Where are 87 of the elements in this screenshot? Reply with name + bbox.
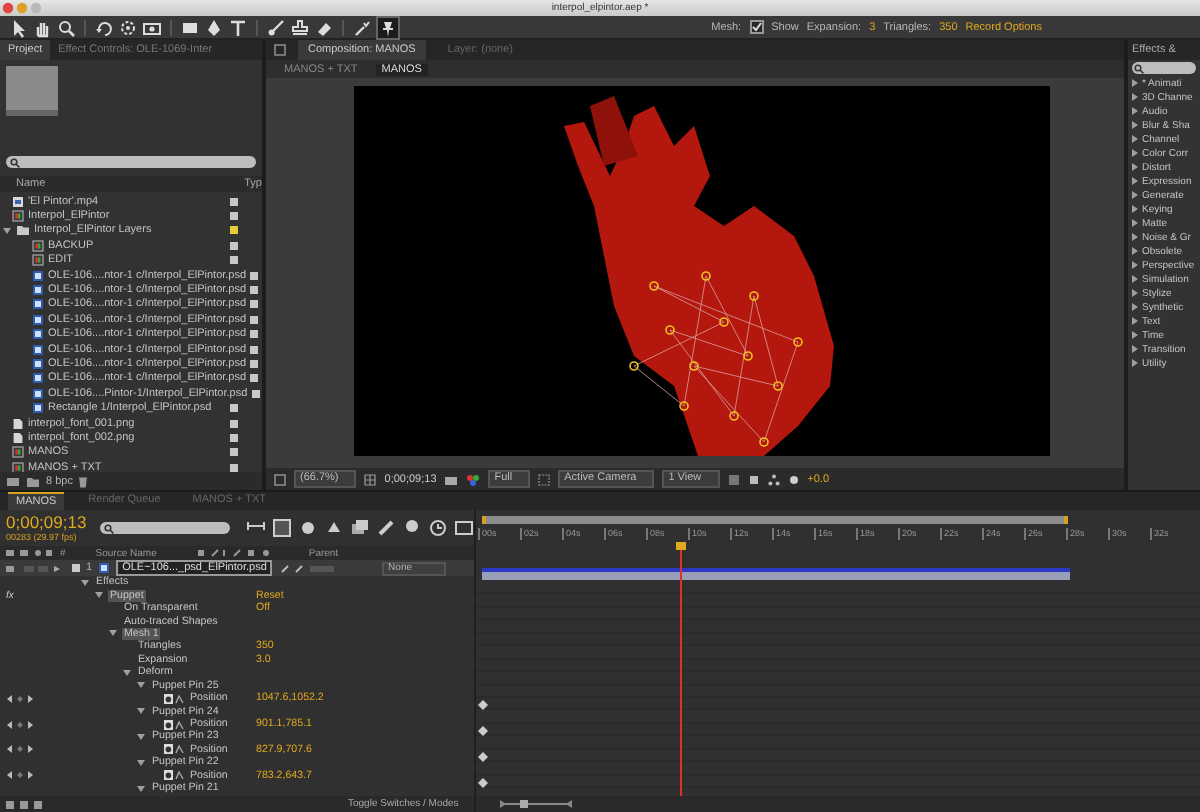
frame-blending-icon[interactable] [350, 518, 370, 538]
camera-icon[interactable] [444, 473, 459, 485]
comp-marker-icon[interactable] [324, 518, 344, 538]
layer-switches-icon[interactable] [194, 548, 275, 558]
flowchart-icon[interactable] [767, 473, 780, 485]
expanded-triangle-icon[interactable] [2, 225, 12, 236]
exposure-icon[interactable] [787, 473, 800, 485]
trash-icon[interactable] [78, 475, 89, 487]
label-color-swatch[interactable] [230, 419, 238, 428]
keyframe-diamond-icon[interactable] [478, 751, 488, 762]
label-color-swatch[interactable] [250, 345, 259, 354]
pan-behind-icon[interactable] [118, 17, 138, 37]
expanded-triangle-icon[interactable] [136, 731, 146, 742]
zoom-icon[interactable] [56, 17, 76, 37]
pin-icon[interactable] [376, 15, 400, 39]
zoom-slider-icon[interactable] [496, 798, 576, 810]
expanded-triangle-icon[interactable] [94, 590, 104, 601]
av-switches-icon[interactable] [6, 548, 54, 558]
label-color-swatch[interactable] [250, 374, 259, 383]
keyframe-navigator-icon[interactable] [6, 744, 34, 755]
interpret-footage-icon[interactable] [6, 475, 20, 487]
lock-icon[interactable] [274, 44, 286, 56]
stopwatch-icon[interactable] [164, 744, 184, 755]
checkmark-icon [751, 22, 762, 32]
film-file-icon [12, 195, 24, 208]
label-color-swatch[interactable] [250, 286, 259, 295]
show-checkbox[interactable] [749, 20, 764, 34]
arrow-cursor-icon[interactable] [8, 17, 28, 37]
expanded-triangle-icon[interactable] [80, 577, 90, 588]
grid-icon[interactable] [364, 473, 377, 485]
expanded-triangle-icon[interactable] [136, 680, 146, 691]
expanded-triangle-icon[interactable] [122, 667, 132, 678]
label-color-swatch[interactable] [230, 463, 238, 472]
search-field[interactable] [1132, 62, 1196, 74]
label-color-swatch[interactable] [230, 448, 238, 457]
keyframe-diamond-icon[interactable] [478, 699, 488, 710]
keyframe-navigator-icon[interactable] [6, 693, 34, 704]
channel-icon[interactable] [466, 473, 481, 485]
rectangle-icon[interactable] [180, 17, 200, 37]
rotate-icon[interactable] [94, 17, 114, 37]
label-color-swatch[interactable] [250, 300, 259, 309]
label-color-swatch[interactable] [250, 271, 259, 280]
motion-blur-icon[interactable] [376, 518, 396, 538]
stopwatch-icon[interactable] [164, 719, 184, 730]
label-color-icon[interactable] [72, 564, 80, 572]
expanded-triangle-icon[interactable] [136, 757, 146, 768]
stopwatch-icon[interactable] [164, 693, 184, 704]
expanded-triangle-icon[interactable] [136, 706, 146, 717]
label-color-swatch[interactable] [230, 197, 238, 206]
label-color-swatch[interactable] [230, 212, 238, 221]
search-field[interactable] [6, 156, 256, 168]
label-color-swatch[interactable] [250, 330, 259, 339]
image-file-icon [98, 562, 111, 574]
folder-icon [16, 224, 30, 237]
keyframe-diamond-icon[interactable] [478, 777, 488, 788]
always-preview-icon[interactable] [274, 473, 286, 485]
keyframe-navigator-icon[interactable] [6, 770, 34, 781]
label-color-swatch[interactable] [230, 241, 238, 250]
type-tool-icon[interactable] [228, 17, 248, 37]
search-icon [104, 523, 115, 533]
region-icon[interactable] [538, 473, 551, 485]
search-icon [1134, 63, 1144, 73]
label-color-swatch[interactable] [251, 389, 260, 398]
layer-duration-bar[interactable] [482, 568, 1070, 580]
thumbnail-placeholder [6, 66, 58, 116]
label-color-swatch[interactable] [230, 433, 238, 442]
expanded-triangle-icon[interactable] [108, 628, 118, 639]
stopwatch-icon[interactable] [164, 770, 184, 781]
label-color-swatch[interactable] [250, 359, 259, 368]
search-icon [10, 157, 20, 167]
search-field[interactable] [100, 522, 230, 534]
label-color-swatch[interactable] [230, 404, 238, 413]
roto-brush-icon[interactable] [352, 17, 372, 37]
keyframe-diamond-icon[interactable] [478, 725, 488, 736]
layer-switches-icon[interactable] [278, 563, 339, 573]
clock-icon[interactable] [428, 518, 448, 538]
brush-icon[interactable] [266, 17, 286, 37]
expanded-triangle-icon[interactable] [136, 783, 146, 794]
current-timecode[interactable]: 0;00;09;13 [6, 514, 87, 532]
label-color-swatch[interactable] [230, 256, 238, 265]
label-color-swatch[interactable] [250, 315, 259, 324]
label-color-swatch[interactable] [230, 226, 238, 235]
expand-panes-icon[interactable] [6, 799, 46, 809]
composition-icon [12, 210, 24, 223]
hand-icon[interactable] [32, 17, 52, 37]
stamp-icon[interactable] [290, 17, 310, 37]
keyframe-navigator-icon[interactable] [6, 719, 34, 730]
